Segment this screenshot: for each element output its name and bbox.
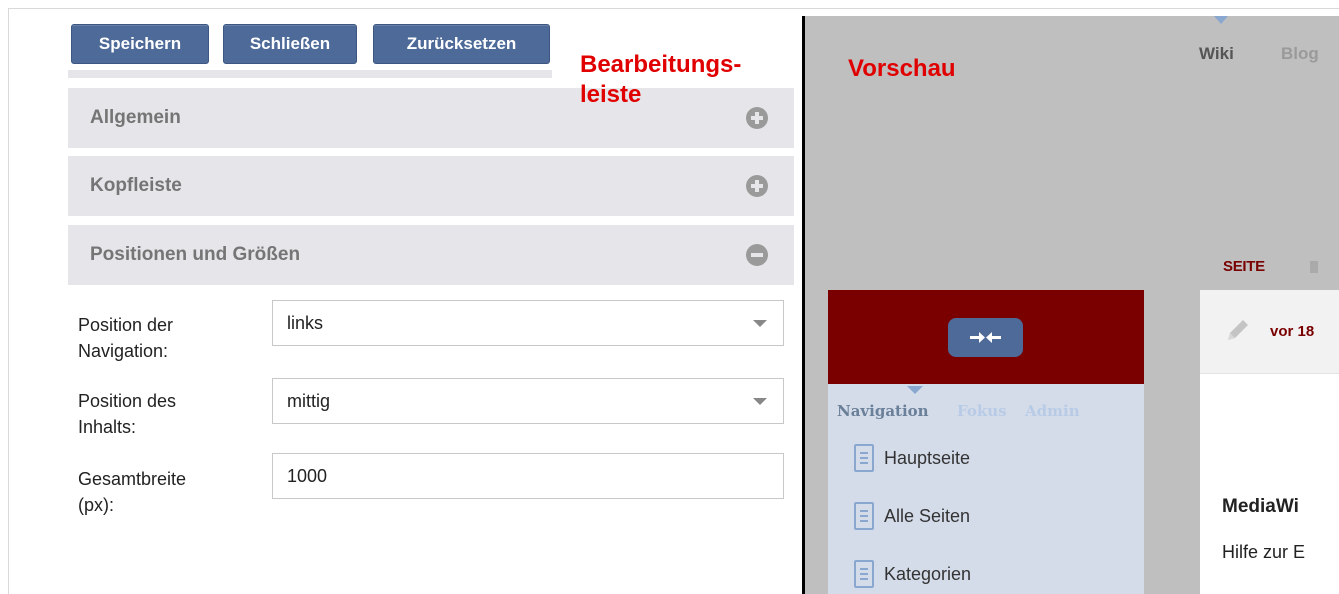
document-icon	[854, 444, 874, 472]
content-text: Hilfe zur E	[1222, 542, 1306, 562]
save-button[interactable]: Speichern	[71, 24, 209, 64]
nav-item-label: Hauptseite	[884, 448, 971, 468]
label-line: Navigation:	[78, 341, 169, 361]
section-positionen-und-groessen[interactable]: Positionen und Größen	[68, 225, 794, 285]
minus-circle-icon[interactable]	[746, 244, 768, 266]
section-kopfleiste[interactable]: Kopfleiste	[68, 156, 794, 216]
annotation-line: leiste	[580, 81, 642, 108]
preview-annotation: Vorschau	[848, 55, 956, 82]
tab-indicator-icon	[1214, 16, 1228, 24]
nav-tab-fokus[interactable]: Fokus	[957, 402, 1007, 420]
frame-left-line	[8, 8, 9, 594]
nav-item-label: Alle Seiten	[884, 506, 971, 526]
label-line: (px):	[78, 495, 114, 515]
content-info-bar: vor 18	[1200, 290, 1339, 374]
plus-circle-icon[interactable]	[746, 175, 768, 197]
last-edited-text[interactable]: vor 18	[1270, 323, 1314, 340]
tab-indicator-icon	[907, 386, 923, 394]
content-area: vor 18 MediaWi Hilfe zur E	[1200, 290, 1339, 594]
frame-top-line	[8, 8, 1339, 9]
plus-circle-icon[interactable]	[746, 107, 768, 129]
content-position-label: Position des Inhalts:	[78, 388, 176, 440]
document-icon	[854, 502, 874, 530]
select-value: mittig	[287, 391, 331, 411]
nav-tab-admin[interactable]: Admin	[1025, 402, 1080, 420]
collapse-navigation-button[interactable]	[948, 318, 1023, 357]
document-icon	[854, 560, 874, 588]
section-title: Kopfleiste	[90, 175, 182, 196]
label-line: Inhalts:	[78, 417, 137, 437]
nav-item-label: Kategorien	[884, 564, 972, 584]
select-value: links	[287, 313, 324, 333]
label-line: Position des	[78, 391, 177, 411]
total-width-input[interactable]: 1000	[272, 453, 784, 499]
reset-button[interactable]: Zurücksetzen	[373, 24, 550, 64]
chevron-down-icon	[753, 320, 767, 327]
nav-tab-navigation[interactable]: Navigation	[837, 402, 929, 420]
tab-seite[interactable]: SEITE	[1223, 258, 1265, 275]
nav-position-label: Position der Navigation:	[78, 312, 173, 364]
tab-blog[interactable]: Blog	[1281, 44, 1319, 64]
total-width-label: Gesamtbreite (px):	[78, 466, 186, 518]
close-button[interactable]: Schließen	[223, 24, 357, 64]
label-line: Gesamtbreite	[78, 469, 187, 489]
chevron-down-icon	[753, 398, 767, 405]
editor-annotation: Bearbeitungs- leiste	[580, 50, 800, 110]
preview-panel: Wiki Blog SEITE Navigation Fokus Admin H…	[805, 16, 1339, 594]
nav-position-select[interactable]: links	[272, 300, 784, 346]
section-title: Allgemein	[90, 107, 181, 128]
content-position-select[interactable]: mittig	[272, 378, 784, 424]
section-title: Positionen und Größen	[90, 244, 301, 265]
label-line: Position der	[78, 315, 174, 335]
page: Speichern Schließen Zurücksetzen Allgeme…	[0, 0, 1339, 594]
navigation-sidebar: Navigation Fokus Admin Hauptseite Alle S…	[828, 384, 1144, 594]
tab-overflow	[1310, 261, 1318, 273]
content-heading: MediaWi	[1222, 496, 1299, 517]
pencil-icon[interactable]	[1222, 316, 1252, 346]
arrows-collapse-icon	[970, 332, 1001, 343]
toolbar-strip	[68, 70, 552, 78]
tab-wiki[interactable]: Wiki	[1199, 44, 1234, 64]
navigation-header	[828, 290, 1144, 384]
input-value: 1000	[287, 466, 328, 486]
annotation-line: Bearbeitungs-	[580, 51, 742, 78]
